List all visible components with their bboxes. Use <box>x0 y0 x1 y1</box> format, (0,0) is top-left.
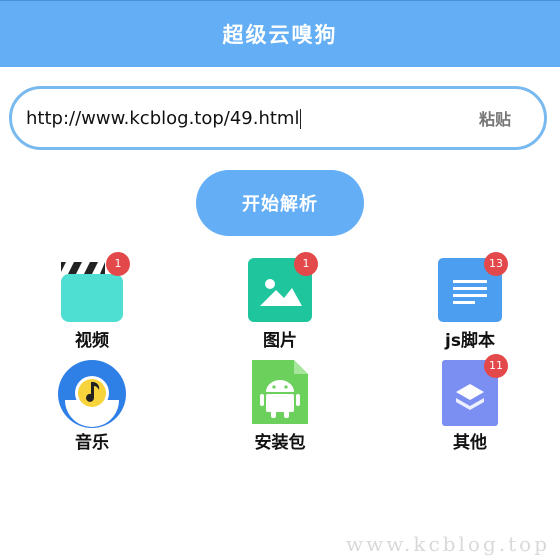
category-label: js脚本 <box>445 331 495 351</box>
music-icon <box>58 360 126 428</box>
category-label: 图片 <box>263 331 297 351</box>
text-caret <box>300 108 302 129</box>
other-badge: 11 <box>484 354 508 378</box>
android-apk-icon <box>248 360 312 426</box>
category-other[interactable]: 11 其他 <box>410 354 530 453</box>
video-badge: 1 <box>106 252 130 276</box>
layers-icon: 11 <box>438 354 508 426</box>
category-apk[interactable]: 安装包 <box>220 360 340 453</box>
category-image[interactable]: 1 图片 <box>220 252 340 351</box>
start-parse-button[interactable]: 开始解析 <box>196 170 364 236</box>
top-app-bar: 超级云嗅狗 <box>0 0 560 67</box>
script-badge: 13 <box>484 252 508 276</box>
category-label: 视频 <box>75 331 109 351</box>
url-input-value: http://www.kcblog.top/49.html <box>26 107 300 129</box>
category-label: 音乐 <box>75 433 109 453</box>
video-clapper-icon: 1 <box>60 252 130 324</box>
paste-button[interactable]: 粘贴 <box>460 106 530 130</box>
watermark: www.kcblog.top <box>346 532 550 556</box>
url-input-box[interactable]: http://www.kcblog.top/49.html 粘贴 <box>9 86 547 150</box>
category-label: 其他 <box>453 433 487 453</box>
app-title: 超级云嗅狗 <box>222 23 338 47</box>
image-icon: 1 <box>248 252 318 324</box>
document-icon: 13 <box>438 252 508 324</box>
category-video[interactable]: 1 视频 <box>32 252 152 351</box>
category-music[interactable]: 音乐 <box>32 360 152 453</box>
category-script[interactable]: 13 js脚本 <box>410 252 530 351</box>
url-input[interactable]: http://www.kcblog.top/49.html <box>26 108 460 129</box>
category-label: 安装包 <box>254 433 306 453</box>
image-badge: 1 <box>294 252 318 276</box>
